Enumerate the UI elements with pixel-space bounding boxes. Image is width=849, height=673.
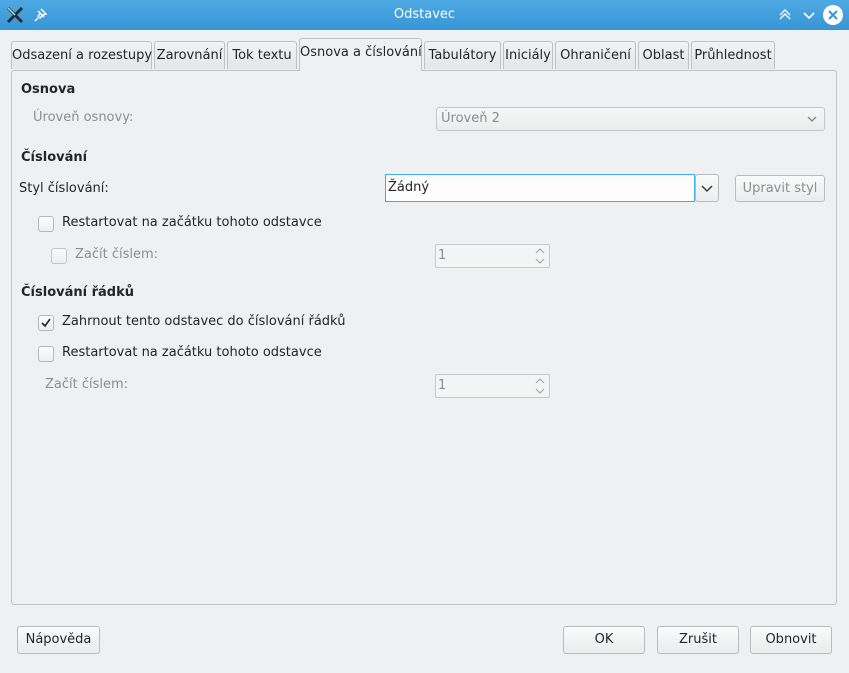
tab-indents-spacing[interactable]: Odsazení a rozestupy: [11, 41, 152, 69]
numbering-style-value: Žádný: [388, 180, 430, 195]
check-icon: [41, 318, 51, 328]
reset-button[interactable]: Obnovit: [750, 626, 832, 654]
numbering-heading: Číslování: [21, 150, 88, 165]
line-restart-label: Restartovat na začátku tohoto odstavce: [62, 345, 322, 360]
line-restart-checkbox[interactable]: [38, 346, 54, 362]
maximize-icon[interactable]: [800, 6, 818, 24]
tab-area[interactable]: Oblast: [638, 41, 689, 69]
spin-arrows-icon: [535, 248, 545, 264]
line-start-spinbox[interactable]: 1: [435, 374, 550, 398]
numbering-style-label: Styl číslování:: [19, 181, 109, 196]
window-title: Odstavec: [393, 7, 456, 22]
outline-level-value: Úroveň 2: [441, 111, 500, 126]
include-line-numbering-checkbox[interactable]: [38, 315, 54, 331]
numbering-style-input[interactable]: Žádný: [385, 174, 695, 202]
tab-tabs[interactable]: Tabulátory: [424, 41, 501, 69]
tab-transparency[interactable]: Průhlednost: [691, 41, 775, 69]
chevron-down-icon: [807, 113, 817, 123]
include-line-numbering-label: Zahrnout tento odstavec do číslování řád…: [62, 314, 346, 329]
tab-alignment[interactable]: Zarovnání: [154, 41, 225, 69]
numbering-style-dropdown[interactable]: [695, 174, 719, 202]
chevron-down-icon: [701, 185, 713, 193]
help-button[interactable]: Nápověda: [17, 626, 100, 654]
tab-panel: [11, 70, 837, 605]
numbering-start-value: 1: [438, 248, 447, 263]
line-start-value: 1: [438, 378, 447, 393]
spin-arrows-icon: [535, 378, 545, 394]
tab-text-flow[interactable]: Tok textu: [227, 41, 297, 69]
ok-button[interactable]: OK: [563, 626, 645, 654]
line-numbering-heading: Číslování řádků: [21, 285, 134, 300]
edit-style-button[interactable]: Upravit styl: [735, 175, 825, 202]
numbering-restart-checkbox[interactable]: [38, 216, 54, 232]
numbering-start-checkbox[interactable]: [51, 248, 67, 264]
cancel-button[interactable]: Zrušit: [657, 626, 739, 654]
tab-outline-numbering[interactable]: Osnova a číslování: [299, 38, 422, 71]
tab-borders[interactable]: Ohraničení: [555, 41, 636, 69]
line-start-label: Začít číslem:: [45, 377, 129, 392]
close-icon[interactable]: [823, 5, 843, 25]
tab-drop-caps[interactable]: Iniciály: [503, 41, 553, 69]
numbering-start-spinbox[interactable]: 1: [435, 244, 550, 268]
minimize-icon[interactable]: [776, 6, 794, 24]
outline-heading: Osnova: [21, 82, 76, 97]
numbering-start-label: Začít číslem:: [75, 247, 159, 262]
outline-level-label: Úroveň osnovy:: [33, 110, 134, 125]
title-bar[interactable]: Odstavec: [0, 0, 849, 30]
numbering-restart-label: Restartovat na začátku tohoto odstavce: [62, 215, 322, 230]
outline-level-select[interactable]: Úroveň 2: [436, 107, 825, 131]
